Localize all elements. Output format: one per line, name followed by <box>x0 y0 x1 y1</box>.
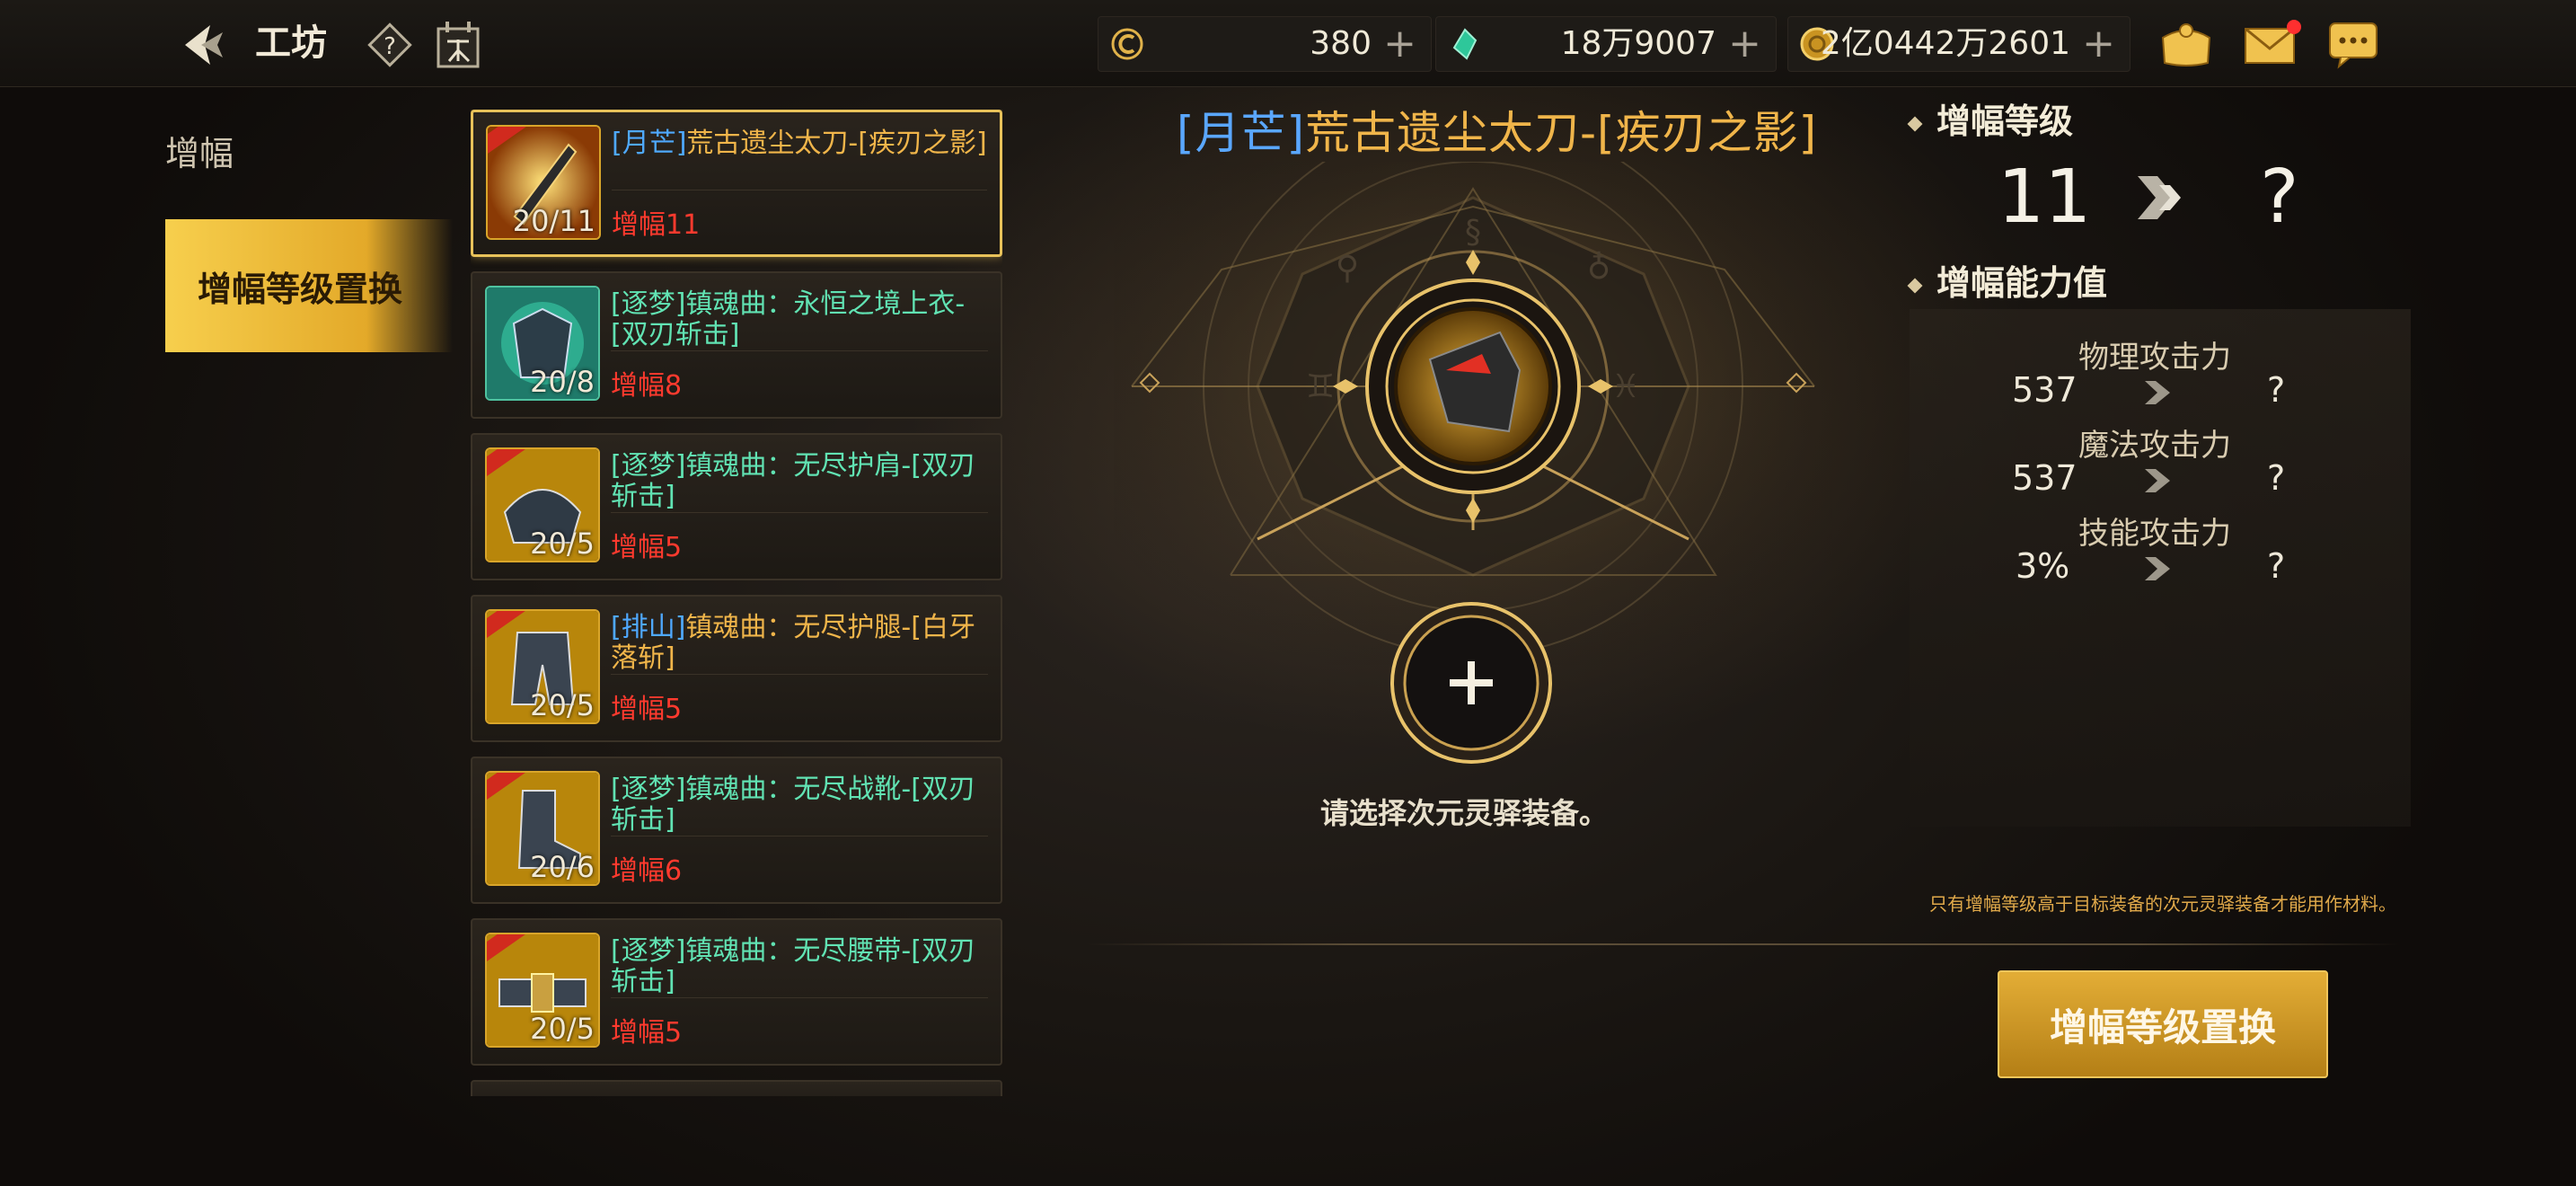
equipment-list[interactable]: 20/11 [月芒]荒古遗尘太刀-[疾刃之影] 增幅11 20/8 [逐梦]镇魂… <box>471 110 1002 1096</box>
equipment-item[interactable]: 20/5 [排山]镇魂曲：无尽护腿-[白牙落斩] 增幅5 <box>471 595 1002 742</box>
material-note: 只有增幅等级高于目标装备的次元灵驿装备才能用作材料。 <box>1929 893 2396 915</box>
currency-value: 18万9007 <box>1560 25 1716 62</box>
equipment-name: [逐梦]镇魂曲：无尽腰带-[双刃斩击] <box>611 935 975 997</box>
divider <box>1087 943 2400 945</box>
enhance-level: 增幅6 <box>611 855 683 887</box>
nav-tab-level-transfer[interactable]: 增幅等级置换 <box>165 219 453 352</box>
currency-value: 2亿0442万2601 <box>1820 25 2070 62</box>
add-currency-button[interactable]: + <box>2082 17 2115 71</box>
ability-section-title: 增幅能力值 <box>1907 255 2107 305</box>
stat-value: 3% <box>2016 546 2070 586</box>
shop-bag-icon[interactable] <box>2152 14 2220 72</box>
equipment-item-partial[interactable] <box>471 1080 1002 1096</box>
top-bar: 工坊 ? 380 + 18万9007 + 2亿0442万2601 + <box>0 0 2576 87</box>
svg-text:♁: ♁ <box>1587 250 1610 287</box>
back-arrow-icon[interactable] <box>176 16 234 74</box>
target-level: ? <box>2260 155 2299 240</box>
enhance-level: 增幅5 <box>611 694 683 725</box>
equipment-name: [逐梦]镇魂曲：无尽护肩-[双刃斩击] <box>611 450 975 512</box>
currency-coupon: 380 + <box>1098 16 1432 72</box>
grade-text: 20/8 <box>530 365 595 399</box>
grade-text: 20/5 <box>530 688 595 722</box>
mail-icon[interactable] <box>2240 14 2305 72</box>
stat-label: 技能攻击力 <box>2078 516 2231 552</box>
enhance-level: 增幅8 <box>611 370 683 402</box>
current-level: 11 <box>1998 155 2092 240</box>
magic-circle-art: § ⚲ ♁ ♓ ♊ <box>1114 162 1832 665</box>
enhance-level: 增幅11 <box>612 209 701 241</box>
equipment-thumbnail: 20/8 <box>485 286 600 401</box>
grade-text: 20/11 <box>512 204 595 238</box>
svg-text:♊: ♊ <box>1306 368 1335 405</box>
equipment-name: [逐梦]镇魂曲：无尽战靴-[双刃斩击] <box>611 774 975 836</box>
chevron-right-icon <box>2145 381 2170 404</box>
crystal-icon <box>1452 28 1478 60</box>
chevron-right-icon <box>2145 469 2170 492</box>
chat-icon[interactable] <box>2325 14 2382 72</box>
level-section-title: 增幅等级 <box>1907 93 2073 143</box>
select-material-hint: 请选择次元灵驿装备。 <box>1320 796 1609 830</box>
equipment-thumbnail: 20/6 <box>485 771 600 886</box>
svg-text:♓: ♓ <box>1611 368 1640 405</box>
stat-next: ? <box>2267 546 2286 586</box>
svg-text:⚲: ⚲ <box>1336 250 1359 287</box>
stat-next: ? <box>2267 370 2286 410</box>
nav-tab-label: 增幅等级置换 <box>198 269 403 309</box>
add-currency-button[interactable]: + <box>1383 17 1416 71</box>
equipment-thumbnail: 20/11 <box>486 125 601 240</box>
equipment-name: [月芒]荒古遗尘太刀-[疾刃之影] <box>612 128 987 159</box>
equipment-item[interactable]: 20/11 [月芒]荒古遗尘太刀-[疾刃之影] 增幅11 <box>471 110 1002 257</box>
page-title: 工坊 <box>255 22 327 64</box>
equipment-item[interactable]: 20/6 [逐梦]镇魂曲：无尽战靴-[双刃斩击] 增幅6 <box>471 757 1002 904</box>
grade-text: 20/5 <box>530 1012 595 1046</box>
double-chevron-right-icon <box>2138 176 2181 219</box>
equipment-thumbnail: 20/5 <box>485 933 600 1048</box>
grade-text: 20/6 <box>530 850 595 884</box>
chevron-right-icon <box>2145 557 2170 580</box>
enhance-level: 增幅5 <box>611 1017 683 1049</box>
equipment-item[interactable]: 20/8 [逐梦]镇魂曲：永恒之境上衣-[双刃斩击] 增幅8 <box>471 271 1002 419</box>
svg-text:§: § <box>1465 214 1481 251</box>
enhance-level: 增幅5 <box>611 532 683 563</box>
equipment-name: [逐梦]镇魂曲：永恒之境上衣-[双刃斩击] <box>611 288 966 350</box>
currency-crystal: 18万9007 + <box>1435 16 1777 72</box>
coupon-c-icon <box>1111 28 1143 60</box>
equipment-thumbnail: 20/5 <box>485 447 600 562</box>
calendar-icon[interactable] <box>433 18 483 72</box>
stat-value: 537 <box>2012 370 2078 410</box>
svg-text:?: ? <box>384 33 396 60</box>
grade-text: 20/5 <box>530 527 595 561</box>
stat-label: 魔法攻击力 <box>2078 428 2231 464</box>
add-currency-button[interactable]: + <box>1728 17 1761 71</box>
add-material-slot-button[interactable] <box>1389 600 1554 766</box>
stat-next: ? <box>2267 458 2286 498</box>
equipment-item[interactable]: 20/5 [逐梦]镇魂曲：无尽腰带-[双刃斩击] 增幅5 <box>471 918 1002 1066</box>
currency-value: 380 <box>1310 25 1372 62</box>
equipment-thumbnail: 20/5 <box>485 609 600 724</box>
help-icon[interactable]: ? <box>363 18 417 72</box>
stat-label: 物理攻击力 <box>2078 340 2231 376</box>
equipment-name: [排山]镇魂曲：无尽护腿-[白牙落斩] <box>611 612 975 674</box>
selected-equipment-title: [月芒]荒古遗尘太刀-[疾刃之影] <box>1177 107 1818 159</box>
nav-tab-enhance[interactable]: 增幅 <box>165 126 234 175</box>
currency-gold: 2亿0442万2601 + <box>1787 16 2130 72</box>
level-transfer-button[interactable]: 增幅等级置换 <box>1998 970 2328 1078</box>
stat-value: 537 <box>2012 458 2078 498</box>
equipment-item[interactable]: 20/5 [逐梦]镇魂曲：无尽护肩-[双刃斩击] 增幅5 <box>471 433 1002 580</box>
